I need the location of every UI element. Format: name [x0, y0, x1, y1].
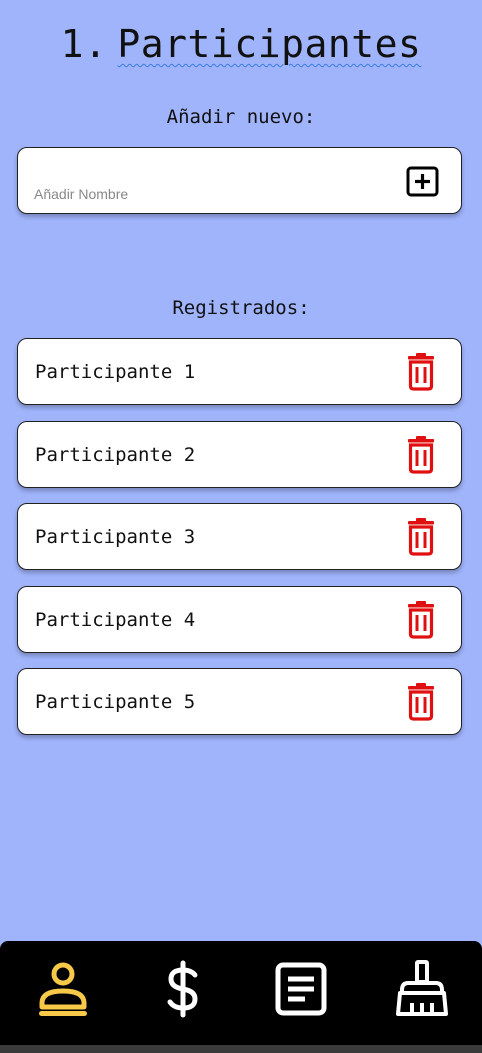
- plus-square-icon[interactable]: [406, 166, 439, 197]
- dollar-icon[interactable]: [153, 959, 213, 1019]
- broom-icon[interactable]: [392, 959, 452, 1019]
- document-icon[interactable]: [271, 959, 331, 1019]
- participant-row: Participante 2: [17, 421, 462, 488]
- trash-icon[interactable]: [405, 683, 437, 721]
- trash-icon[interactable]: [405, 436, 437, 474]
- participant-row: Participante 5: [17, 668, 462, 735]
- participant-name: Participante 4: [35, 609, 196, 631]
- page-title: 1. Participantes: [0, 22, 482, 66]
- page-title-text: Participantes: [117, 22, 422, 66]
- trash-icon[interactable]: [405, 601, 437, 639]
- trash-icon[interactable]: [405, 518, 437, 556]
- participant-name: Participante 1: [35, 361, 196, 383]
- page-title-number: 1.: [60, 22, 108, 66]
- add-section-label: Añadir nuevo:: [166, 106, 316, 128]
- participant-row: Participante 4: [17, 586, 462, 653]
- participant-row: Participante 3: [17, 503, 462, 570]
- participant-name: Participante 3: [35, 526, 196, 548]
- participant-row: Participante 1: [17, 338, 462, 405]
- participant-name: Participante 5: [35, 691, 196, 713]
- person-icon[interactable]: [33, 959, 93, 1019]
- participant-name: Participante 2: [35, 444, 196, 466]
- add-participant-card: [17, 147, 462, 214]
- trash-icon[interactable]: [405, 353, 437, 391]
- registered-section-label: Registrados:: [172, 297, 310, 319]
- bottom-navigation-bar: [0, 941, 482, 1045]
- add-name-input[interactable]: [34, 186, 394, 202]
- system-gesture-bar: [0, 1045, 482, 1053]
